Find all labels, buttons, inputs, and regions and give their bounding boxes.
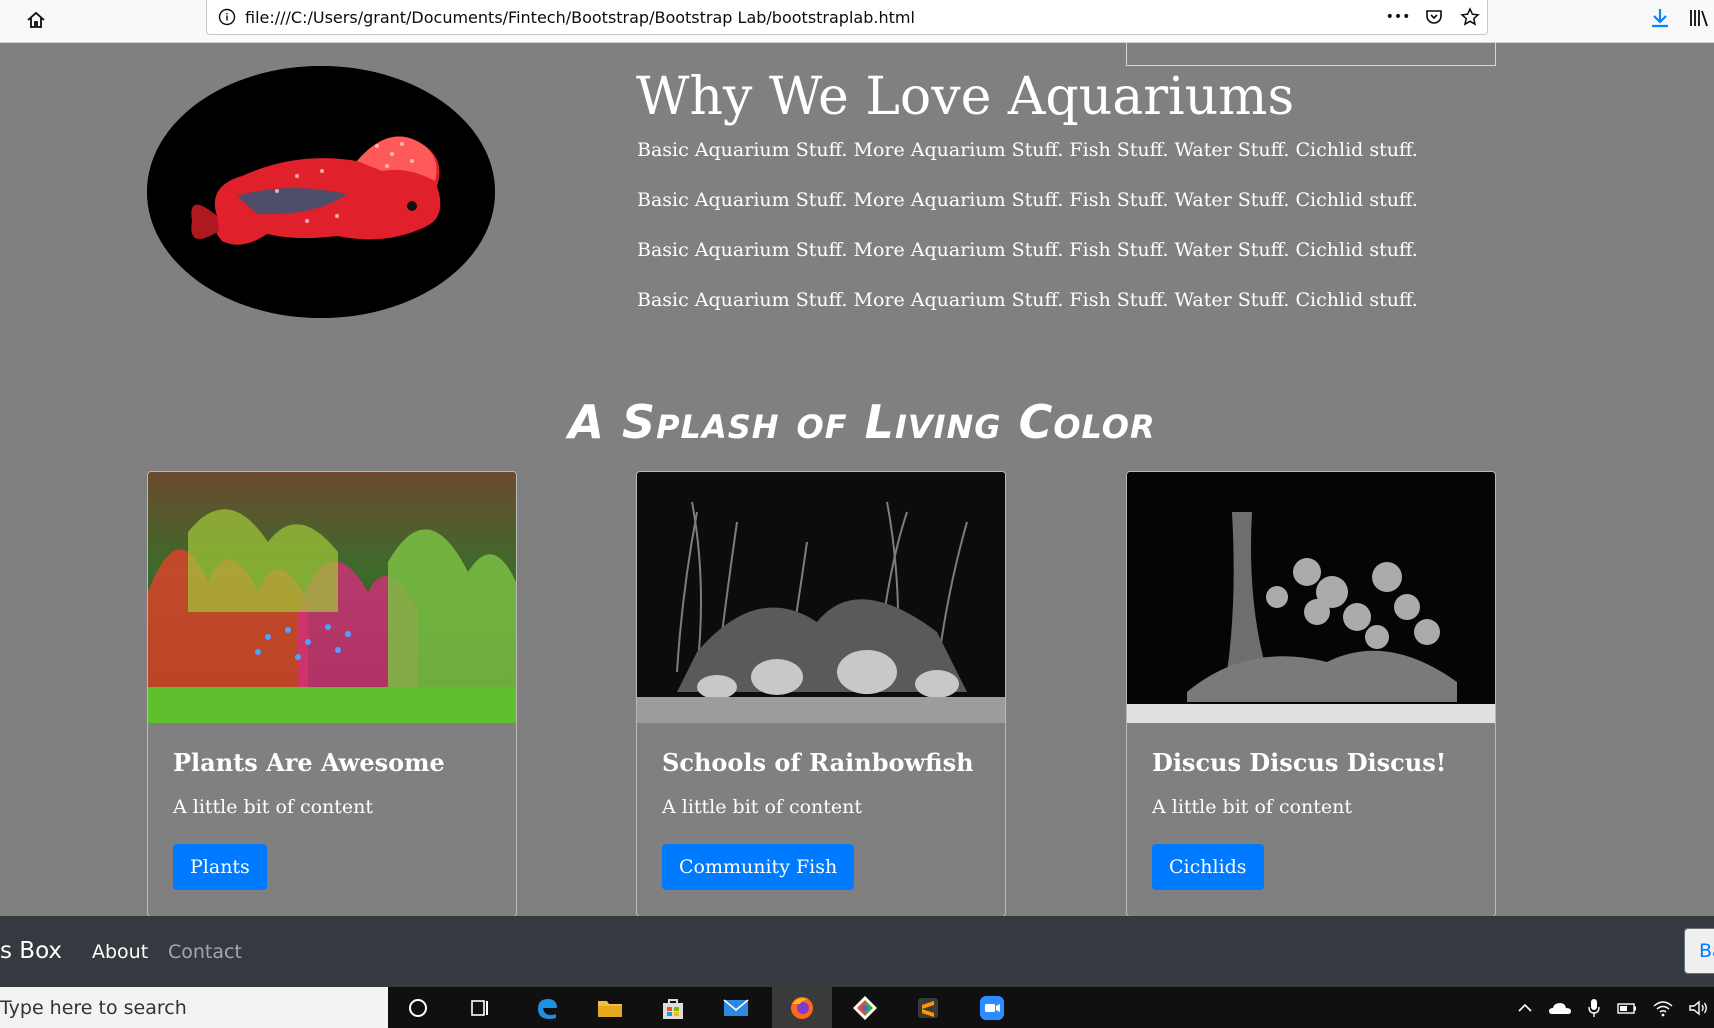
hero-fish-image (147, 66, 495, 318)
wifi-icon[interactable] (1652, 999, 1674, 1017)
store-app[interactable] (643, 987, 703, 1028)
community-fish-button[interactable]: Community Fish (662, 844, 855, 890)
card-text: A little bit of content (662, 796, 863, 818)
chevron-up-icon[interactable] (1516, 999, 1534, 1017)
url-text[interactable]: file:///C:/Users/grant/Documents/Fintech… (245, 8, 915, 27)
firefox-app[interactable] (772, 987, 832, 1028)
mail-app[interactable] (706, 987, 766, 1028)
taskbar-search-box[interactable]: Type here to search (0, 987, 388, 1028)
download-button[interactable] (1648, 6, 1674, 32)
edge-icon (538, 998, 557, 1019)
card-image-discus-tank (1127, 472, 1495, 723)
bottom-navbar: s Box About Contact Ba (0, 916, 1714, 987)
git-tool-icon (853, 995, 877, 1020)
hero-paragraph: Basic Aquarium Stuff. More Aquarium Stuf… (637, 139, 1418, 161)
card-rainbowfish: Schools of Rainbowfish A little bit of c… (636, 471, 1006, 917)
browser-toolbar: file:///C:/Users/grant/Documents/Fintech… (0, 0, 1714, 43)
cortana-circle-icon (409, 998, 427, 1017)
hero-title: Why We Love Aquariums (636, 67, 1295, 127)
store-bag-icon (663, 998, 683, 1019)
section-heading: A Splash of Living Color (568, 395, 1156, 449)
microphone-icon[interactable] (1586, 997, 1602, 1019)
bookmark-star-icon[interactable] (1459, 6, 1481, 28)
navbar-button[interactable]: Ba (1684, 928, 1714, 974)
git-tool-app[interactable] (835, 987, 895, 1028)
plants-button[interactable]: Plants (173, 844, 267, 890)
url-actions: ••• (1386, 6, 1481, 28)
edge-app[interactable] (517, 987, 577, 1028)
card-image-bw-tank (637, 472, 1005, 723)
hero-paragraph: Basic Aquarium Stuff. More Aquarium Stuf… (637, 189, 1418, 211)
card-text: A little bit of content (1152, 796, 1353, 818)
page-content: Why We Love Aquariums Basic Aquarium Stu… (0, 43, 1714, 917)
windows-taskbar: Type here to search (0, 987, 1714, 1028)
card-image-planted-tank (148, 472, 516, 723)
card-text: A little bit of content (173, 796, 374, 818)
folder-icon (598, 1000, 622, 1017)
card-title: Schools of Rainbowfish (662, 748, 974, 777)
task-view-icon (471, 999, 488, 1016)
cortana-button[interactable] (388, 987, 448, 1028)
zoom-app[interactable] (962, 987, 1022, 1028)
task-view-button[interactable] (450, 987, 510, 1028)
hero-paragraph: Basic Aquarium Stuff. More Aquarium Stuf… (637, 239, 1418, 261)
file-explorer-app[interactable] (580, 987, 640, 1028)
pocket-icon[interactable] (1423, 6, 1445, 28)
card-title: Plants Are Awesome (173, 748, 445, 777)
system-tray (1516, 987, 1714, 1028)
navbar-brand[interactable]: s Box (0, 938, 62, 964)
card-title: Discus Discus Discus! (1152, 748, 1447, 777)
page-actions-menu-icon[interactable]: ••• (1386, 6, 1411, 28)
card-plants: Plants Are Awesome A little bit of conte… (147, 471, 517, 917)
nav-link-about[interactable]: About (92, 941, 148, 963)
volume-icon[interactable] (1688, 999, 1710, 1017)
top-outline-box (1126, 43, 1496, 66)
zoom-icon (980, 995, 1004, 1020)
nav-link-contact[interactable]: Contact (168, 941, 242, 963)
url-bar[interactable]: file:///C:/Users/grant/Documents/Fintech… (206, 0, 1488, 35)
cichlids-button[interactable]: Cichlids (1152, 844, 1264, 890)
sublime-text-icon (918, 997, 938, 1018)
sublime-text-app[interactable] (898, 987, 958, 1028)
battery-icon[interactable] (1616, 999, 1638, 1017)
download-icon (1652, 9, 1668, 28)
info-icon[interactable] (217, 7, 237, 27)
onedrive-icon[interactable] (1548, 999, 1572, 1017)
home-icon (27, 11, 45, 28)
mail-icon (723, 998, 749, 1016)
hero-paragraph: Basic Aquarium Stuff. More Aquarium Stuf… (637, 289, 1418, 311)
card-discus: Discus Discus Discus! A little bit of co… (1126, 471, 1496, 917)
taskbar-search-placeholder[interactable]: Type here to search (0, 997, 187, 1019)
home-button[interactable] (22, 6, 50, 34)
firefox-icon (791, 996, 813, 1019)
library-button[interactable] (1688, 6, 1714, 32)
library-icon (1690, 10, 1708, 27)
